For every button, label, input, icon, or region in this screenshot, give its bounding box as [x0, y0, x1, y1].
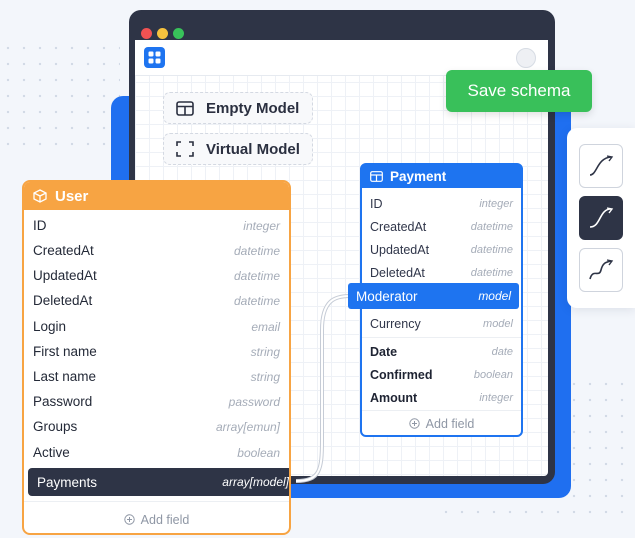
- field-name: Login: [33, 319, 67, 334]
- field-name: ID: [33, 218, 47, 233]
- curve-style-2-button[interactable]: [579, 196, 623, 240]
- curve-style-3-button[interactable]: [579, 248, 623, 292]
- user-field-row-selected[interactable]: Payments array[model]: [28, 468, 289, 496]
- user-field-row[interactable]: ID integer: [24, 213, 289, 238]
- user-field-row[interactable]: Last name string: [24, 364, 289, 389]
- field-type: email: [251, 319, 280, 334]
- user-model-header[interactable]: User: [24, 182, 289, 210]
- field-name: CreatedAt: [370, 219, 427, 234]
- user-field-row[interactable]: DeletedAt datetime: [24, 288, 289, 313]
- user-field-row[interactable]: CreatedAt datetime: [24, 238, 289, 263]
- field-type: datetime: [233, 268, 280, 283]
- curve-icon: [589, 155, 614, 176]
- divider: [362, 337, 521, 338]
- user-model-card[interactable]: User ID integer CreatedAt datetime Updat…: [22, 180, 291, 535]
- wave-curve-icon: [589, 259, 614, 280]
- field-type: integer: [479, 197, 513, 210]
- field-type: datetime: [470, 243, 513, 256]
- user-add-field-button[interactable]: Add field: [24, 501, 289, 533]
- payment-add-field-button[interactable]: Add field: [362, 410, 521, 436]
- user-field-row[interactable]: Groups array[emun]: [24, 414, 289, 439]
- field-name: Amount: [370, 390, 418, 405]
- field-name: Date: [370, 344, 398, 359]
- field-name: Moderator: [356, 288, 418, 304]
- field-type: password: [228, 394, 280, 409]
- field-type: boolean: [237, 445, 280, 460]
- field-name: Payments: [37, 474, 98, 490]
- field-name: Active: [33, 445, 70, 460]
- field-name: CreatedAt: [33, 243, 94, 258]
- field-name: Last name: [33, 369, 97, 384]
- payment-field-row[interactable]: Currency model: [362, 312, 521, 335]
- payment-field-row[interactable]: Amount integer: [362, 386, 521, 409]
- field-name: Currency: [370, 316, 421, 331]
- field-type: string: [250, 369, 280, 384]
- user-field-row[interactable]: UpdatedAt datetime: [24, 263, 289, 288]
- payment-field-row[interactable]: DeletedAt datetime: [362, 261, 521, 284]
- payment-field-row[interactable]: Date date: [362, 340, 521, 363]
- field-name: First name: [33, 344, 97, 359]
- payment-model-header[interactable]: Payment: [362, 165, 521, 188]
- table-icon: [370, 171, 383, 182]
- field-type: model: [478, 289, 511, 303]
- payment-field-row[interactable]: ID integer: [362, 192, 521, 215]
- payment-field-row-selected[interactable]: Moderator model: [348, 283, 519, 309]
- field-type: array[emun]: [215, 419, 280, 434]
- field-type: datetime: [233, 293, 280, 308]
- payment-field-row[interactable]: UpdatedAt datetime: [362, 238, 521, 261]
- s-curve-icon: [589, 207, 614, 228]
- add-field-label: Add field: [425, 416, 475, 431]
- field-type: datetime: [233, 243, 280, 258]
- curve-style-1-button[interactable]: [579, 144, 623, 188]
- field-name: ID: [370, 196, 383, 211]
- field-type: datetime: [470, 266, 513, 279]
- user-field-row[interactable]: Password password: [24, 389, 289, 414]
- save-schema-button[interactable]: Save schema: [446, 70, 592, 112]
- connector-style-panel: [567, 128, 635, 308]
- payment-model-title: Payment: [390, 169, 447, 184]
- payment-field-row[interactable]: Confirmed boolean: [362, 363, 521, 386]
- field-type: boolean: [473, 368, 513, 381]
- field-type: date: [491, 345, 513, 358]
- user-field-row[interactable]: Login email: [24, 314, 289, 339]
- plus-circle-icon: [408, 418, 420, 429]
- field-name: UpdatedAt: [33, 268, 97, 283]
- add-field-label: Add field: [140, 512, 190, 527]
- field-name: Password: [33, 394, 93, 409]
- field-type: string: [250, 344, 280, 359]
- field-name: UpdatedAt: [370, 242, 430, 257]
- payment-field-row[interactable]: CreatedAt datetime: [362, 215, 521, 238]
- field-type: integer: [479, 391, 513, 404]
- field-type: datetime: [470, 220, 513, 233]
- field-name: Confirmed: [370, 367, 433, 382]
- field-name: DeletedAt: [370, 265, 425, 280]
- field-name: DeletedAt: [33, 293, 93, 308]
- field-type: model: [483, 317, 513, 330]
- plus-circle-icon: [123, 514, 135, 525]
- cube-icon: [33, 189, 47, 203]
- user-field-row[interactable]: First name string: [24, 339, 289, 364]
- field-name: Groups: [33, 419, 78, 434]
- field-type: array[model]: [222, 475, 289, 489]
- user-model-title: User: [55, 187, 89, 205]
- user-field-row[interactable]: Active boolean: [24, 440, 289, 465]
- field-type: integer: [243, 218, 280, 233]
